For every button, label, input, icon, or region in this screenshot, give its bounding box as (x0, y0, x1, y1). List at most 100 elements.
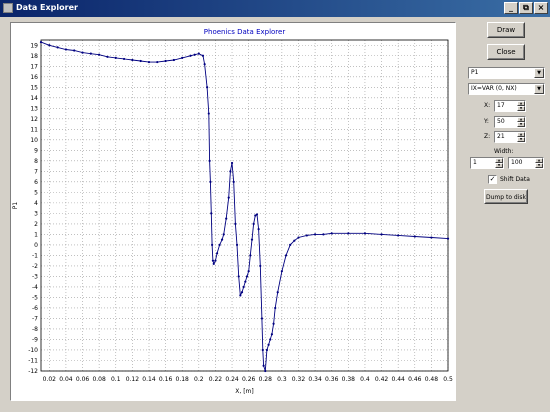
data-point (215, 252, 219, 255)
data-point (211, 259, 215, 262)
data-point (267, 343, 270, 346)
app-icon (3, 3, 13, 13)
data-point (73, 49, 76, 52)
data-point (98, 53, 101, 56)
variable-select-value: P1 (471, 69, 479, 76)
data-point (222, 233, 225, 236)
chevron-down-icon[interactable]: ▼ (534, 84, 544, 94)
x-tick-label: 0.2 (194, 376, 204, 383)
data-point (293, 239, 296, 242)
data-point (234, 222, 237, 225)
width-to-spin-buttons: ▲ ▼ (535, 158, 543, 168)
data-point (274, 306, 277, 310)
z-spin-buttons: ▲ ▼ (517, 132, 525, 142)
width-to-value: 100 (511, 159, 523, 166)
title-bar[interactable]: Data Explorer _ ⧉ × (0, 0, 550, 17)
spin-down-icon[interactable]: ▼ (517, 106, 525, 111)
draw-button-label: Draw (496, 26, 516, 34)
shift-data-label: Shift Data (500, 176, 530, 183)
width-from-value: 1 (473, 159, 477, 166)
dump-button-label: Dump to disk (486, 194, 526, 201)
spin-down-icon[interactable]: ▼ (535, 163, 543, 168)
minimize-button[interactable]: _ (504, 2, 518, 14)
data-point (56, 46, 59, 49)
x-spin-buttons: ▲ ▼ (517, 101, 525, 111)
data-explorer-window: Data Explorer _ ⧉ × 0.02 0.04 0.06 0.08 0.1 0… (0, 0, 550, 412)
y-tick-label: 5 (34, 189, 38, 196)
y-tick-label: -4 (32, 284, 38, 291)
data-point (255, 213, 259, 216)
data-point (237, 275, 240, 278)
x-tick-label: 0.3 (277, 376, 287, 383)
data-point (272, 322, 275, 325)
x-tick-label: 0.38 (342, 376, 356, 383)
x-tick-label: 0.12 (126, 376, 140, 383)
x-tick-label: 0.34 (308, 376, 322, 383)
y-tick-label: -2 (32, 263, 38, 270)
y-tick-label: 19 (30, 42, 38, 49)
data-point (261, 348, 264, 352)
spin-down-icon[interactable]: ▼ (495, 163, 503, 168)
x-tick-label: 0.26 (242, 376, 256, 383)
data-point (314, 233, 317, 236)
x-tick-label: 0.04 (59, 376, 73, 383)
z-stepper[interactable]: 21 ▲ ▼ (494, 131, 526, 143)
maximize-button[interactable]: ⧉ (519, 2, 533, 14)
x-tick-label: 0.42 (375, 376, 389, 383)
close-button[interactable]: Close (487, 44, 525, 60)
spin-down-icon[interactable]: ▼ (517, 122, 525, 127)
data-point (189, 54, 192, 57)
data-point (269, 338, 272, 341)
y-tick-label: -12 (28, 368, 38, 375)
y-stepper[interactable]: 50 ▲ ▼ (494, 116, 526, 128)
x-tick-label: 0.5 (443, 376, 453, 383)
range-select[interactable]: IX=VAR (0, NX) ▼ (468, 83, 545, 95)
data-point (270, 333, 274, 336)
y-tick-label: 10 (30, 137, 38, 144)
close-button-label: Close (496, 48, 516, 56)
data-point (264, 369, 267, 373)
variable-select[interactable]: P1 ▼ (468, 67, 545, 79)
data-point (181, 56, 184, 59)
data-point (284, 254, 288, 257)
data-point (201, 54, 205, 57)
z-value: 21 (497, 133, 505, 140)
y-tick-label: 17 (30, 63, 38, 70)
data-point (250, 238, 254, 241)
data-point (330, 232, 333, 235)
width-from-stepper[interactable]: 1 ▲ ▼ (470, 157, 504, 169)
data-point (203, 63, 206, 66)
x-tick-label: 0.46 (408, 376, 422, 383)
data-point (156, 60, 159, 64)
data-point (212, 262, 215, 265)
data-point (208, 159, 211, 162)
spin-down-icon[interactable]: ▼ (517, 137, 525, 142)
data-point (214, 259, 217, 262)
width-to-stepper[interactable]: 100 ▲ ▼ (508, 157, 544, 169)
line-chart: 0.02 0.04 0.06 0.08 0.1 0.12 0.14 0.16 0.18 0.2 0.… (12, 28, 453, 395)
x-tick-label: 0.28 (259, 376, 273, 383)
y-tick-label: -1 (32, 252, 38, 259)
shift-data-checkbox[interactable]: ✓ (488, 175, 497, 184)
window-title: Data Explorer (16, 3, 78, 12)
data-point (122, 57, 126, 61)
dump-to-disk-button[interactable]: Dump to disk (484, 189, 528, 204)
chevron-down-icon[interactable]: ▼ (534, 68, 544, 78)
close-window-button[interactable]: × (534, 2, 548, 14)
data-point (235, 243, 239, 247)
data-point (239, 294, 242, 297)
data-point (259, 264, 262, 268)
x-tick-label: 0.06 (76, 376, 90, 383)
y-axis-label: P1 (12, 202, 19, 210)
x-tick-label: 0.24 (225, 376, 239, 383)
y-tick-label: -3 (32, 273, 38, 280)
x-tick-label: 0.22 (209, 376, 223, 383)
data-point (64, 48, 68, 51)
data-point (172, 58, 175, 62)
x-tick-label: 0.14 (142, 376, 156, 383)
y-tick-label: -9 (32, 336, 38, 343)
draw-button[interactable]: Draw (487, 22, 525, 38)
y-tick-label: 15 (30, 84, 38, 91)
x-stepper[interactable]: 17 ▲ ▼ (494, 100, 526, 112)
y-spin-buttons: ▲ ▼ (517, 117, 525, 127)
